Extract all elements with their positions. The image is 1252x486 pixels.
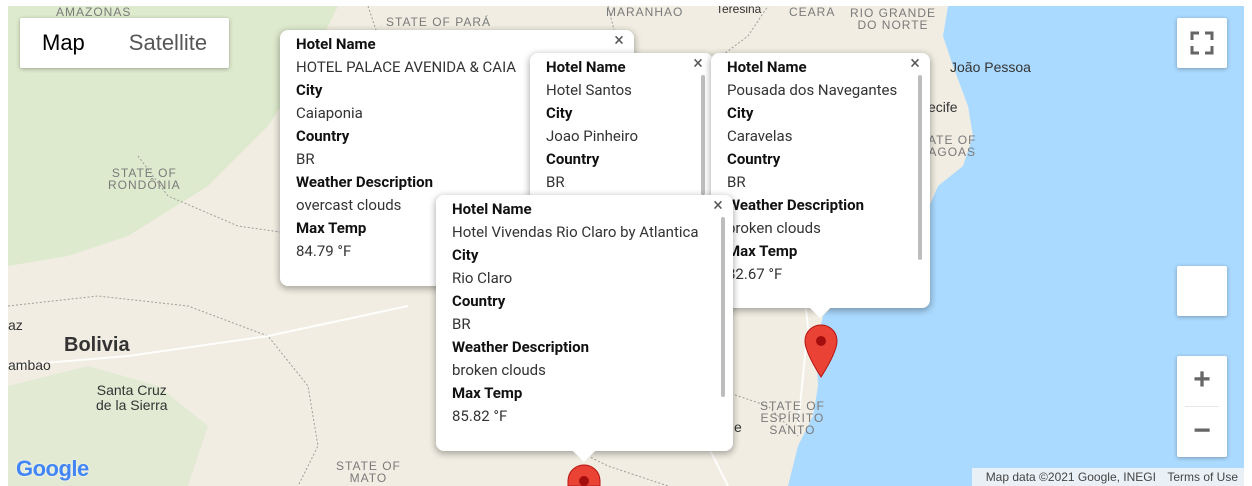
- close-icon[interactable]: ×: [610, 32, 628, 50]
- label-amazonas: AMAZONAS: [56, 6, 132, 19]
- city-label: City: [727, 104, 754, 122]
- weather-label: Weather Description: [452, 338, 590, 356]
- zoom-out-button[interactable]: −: [1177, 407, 1227, 457]
- attribution-bar: Map data ©2021 Google, INEGI Terms of Us…: [971, 468, 1244, 486]
- map-data-attribution: Map data ©2021 Google, INEGI: [985, 470, 1156, 484]
- city-label: City: [452, 246, 479, 264]
- hotel-name-value: Hotel Vivendas Rio Claro by Atlantica: [452, 223, 699, 241]
- close-icon[interactable]: ×: [689, 55, 707, 73]
- city-value: Rio Claro: [452, 269, 513, 287]
- weather-value: broken clouds: [727, 219, 821, 237]
- temp-label: Max Temp: [452, 384, 523, 402]
- satellite-button[interactable]: Satellite: [107, 18, 229, 68]
- map-type-control: Map Satellite: [20, 18, 230, 68]
- map-marker-rio-claro[interactable]: [567, 464, 601, 486]
- zoom-control: + −: [1177, 356, 1227, 457]
- close-icon[interactable]: ×: [709, 197, 727, 215]
- google-logo[interactable]: Google: [16, 456, 89, 482]
- label-fragment: e: [734, 419, 742, 435]
- hotel-name-label: Hotel Name: [546, 58, 626, 76]
- info-window-caravelas: Hotel Name Pousada dos Navegantes City C…: [711, 53, 930, 308]
- city-label: City: [546, 104, 573, 122]
- hotel-name-value: Pousada dos Navegantes: [727, 81, 898, 99]
- city-value: Joao Pinheiro: [546, 127, 639, 145]
- country-label: Country: [727, 150, 781, 168]
- label-mato: STATE OF MATO: [336, 459, 401, 485]
- fullscreen-button[interactable]: [1177, 18, 1227, 68]
- label-ceara: CEARA: [789, 6, 836, 19]
- label-teresina: Teresina: [716, 6, 762, 16]
- info-window-joao-pinheiro: Hotel Name Hotel Santos City Joao Pinhei…: [530, 53, 713, 203]
- label-espirito-santo: STATE OF ESPÍRITO SANTO: [760, 399, 825, 437]
- map-button[interactable]: Map: [20, 18, 107, 68]
- close-icon[interactable]: ×: [906, 55, 924, 73]
- country-value: BR: [452, 315, 471, 333]
- fullscreen-icon: [1190, 31, 1214, 55]
- label-maranhao: MARANHAO: [606, 6, 684, 19]
- temp-label: Max Temp: [727, 242, 798, 260]
- label-recife: ecife: [928, 99, 958, 115]
- country-label: Country: [452, 292, 506, 310]
- label-rgn: RIO GRANDE DO NORTE: [850, 6, 937, 32]
- street-view-button[interactable]: [1177, 266, 1227, 316]
- weather-label: Weather Description: [727, 196, 865, 214]
- city-value: Caravelas: [727, 127, 793, 145]
- label-bolivia: Bolivia: [64, 334, 130, 356]
- zoom-in-button[interactable]: +: [1177, 356, 1227, 406]
- temp-value: 85.82 °F: [452, 407, 508, 425]
- label-az: az: [8, 317, 23, 333]
- label-rondonia: STATE OF RONDÔNIA: [108, 166, 181, 192]
- info-window-tail: [573, 451, 595, 462]
- label-santa-cruz: Santa Cruz de la Sierra: [96, 382, 168, 413]
- weather-value: broken clouds: [452, 361, 546, 379]
- scrollbar[interactable]: [721, 217, 725, 397]
- hotel-name-label: Hotel Name: [452, 200, 532, 218]
- map-marker-caravelas[interactable]: [804, 324, 838, 378]
- temp-value: 82.67 °F: [727, 265, 783, 283]
- hotel-name-label: Hotel Name: [727, 58, 807, 76]
- country-label: Country: [546, 150, 600, 168]
- label-para: STATE OF PARÁ: [386, 15, 492, 29]
- label-alagoas: ATE OF AGOAS: [928, 133, 977, 159]
- scrollbar[interactable]: [918, 75, 922, 260]
- map-canvas[interactable]: AMAZONAS STATE OF PARÁ MARANHAO Teresina…: [8, 6, 1244, 486]
- scrollbar[interactable]: [701, 75, 705, 195]
- label-ambao: ambao: [8, 357, 51, 373]
- info-window-rio-claro: Hotel Name Hotel Vivendas Rio Claro by A…: [436, 195, 733, 451]
- google-logo-text: Google: [16, 456, 89, 481]
- hotel-name-value: Hotel Santos: [546, 81, 632, 99]
- terms-of-use-link[interactable]: Terms of Use: [1167, 470, 1238, 484]
- country-value: BR: [727, 173, 746, 191]
- label-joao-pessoa: João Pessoa: [950, 59, 1031, 75]
- info-window-tail: [809, 307, 831, 318]
- country-value: BR: [546, 173, 565, 191]
